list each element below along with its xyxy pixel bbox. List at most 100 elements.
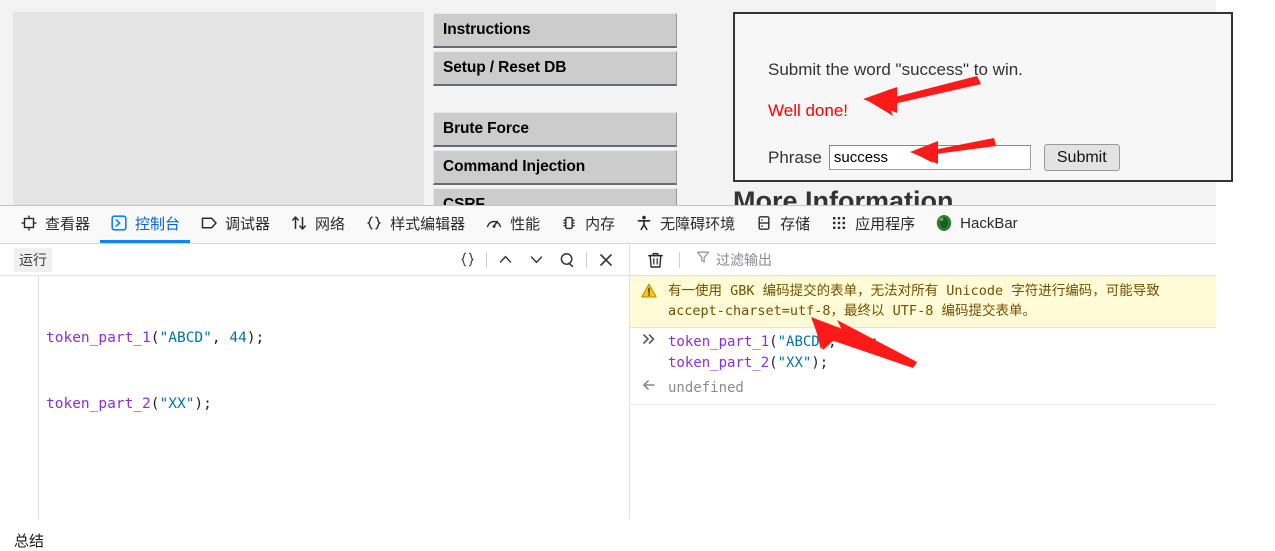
console-result-message[interactable]: undefined [630, 376, 1216, 405]
console-input-line-2: token_part_2("XX"); [668, 353, 879, 374]
console-token: "ABCD" [777, 334, 829, 350]
editor-token: ); [194, 396, 212, 412]
editor-token: ); [246, 330, 265, 346]
browser-page-area: Instructions Setup / Reset DB Brute Forc… [0, 0, 1275, 205]
storage-icon [755, 214, 773, 232]
console-result-value: undefined [668, 380, 744, 396]
clear-console-icon[interactable] [640, 247, 671, 273]
filter-icon [696, 250, 710, 269]
console-input-code: token_part_1("ABCD", 44); token_part_2("… [668, 332, 879, 374]
nav-csrf[interactable]: CSRF [433, 188, 677, 205]
performance-icon [485, 214, 503, 232]
tab-console[interactable]: 控制台 [100, 206, 191, 243]
output-toolbar-separator [679, 251, 680, 268]
devtools-tabbar: 查看器 控制台 调试器 网络 样式编辑器 性能 内存 无障碍环境 存储 应用程序… [0, 206, 1216, 244]
editor-token: ( [150, 396, 160, 412]
tab-accessibility[interactable]: 无障碍环境 [625, 206, 745, 243]
network-icon [290, 214, 308, 232]
toolbar-separator-1 [486, 251, 487, 268]
editor-toolbar: 运行 [0, 244, 630, 275]
site-logo-block [13, 12, 424, 205]
tab-debugger[interactable]: 调试器 [190, 206, 280, 243]
console-input-echo[interactable]: token_part_1("ABCD", 44); token_part_2("… [630, 328, 1216, 376]
devtools-body: token_part_1("ABCD", 44); token_part_2("… [0, 276, 1216, 519]
run-button[interactable]: 运行 [14, 247, 52, 272]
history-prev-icon[interactable] [490, 247, 521, 273]
tab-performance[interactable]: 性能 [475, 206, 550, 243]
console-token: "XX" [777, 355, 812, 371]
phrase-form: Phrase Submit [768, 144, 1120, 171]
editor-code[interactable]: token_part_1("ABCD", 44); token_part_2("… [46, 283, 625, 459]
console-token: token_part_1 [668, 334, 770, 350]
tab-hackbar[interactable]: HackBar [925, 206, 1028, 243]
tab-storage-label: 存储 [780, 215, 811, 233]
tab-debugger-label: 调试器 [225, 215, 271, 233]
challenge-instruction: Submit the word "success" to win. [768, 60, 1023, 79]
tab-style-editor[interactable]: 样式编辑器 [355, 206, 475, 243]
memory-icon [560, 214, 578, 232]
console-token: ( [769, 334, 778, 350]
console-output[interactable]: 有一使用 GBK 编码提交的表单，无法对所有 Unicode 字符进行编码，可能… [630, 276, 1216, 519]
nav-setup-reset-db[interactable]: Setup / Reset DB [433, 51, 677, 86]
pretty-print-icon[interactable] [452, 247, 483, 273]
page-background: Instructions Setup / Reset DB Brute Forc… [0, 0, 1233, 205]
tab-network[interactable]: 网络 [280, 206, 355, 243]
editor-token: "ABCD" [159, 330, 212, 346]
tab-accessibility-label: 无障碍环境 [660, 215, 736, 233]
editor-token: "XX" [159, 396, 195, 412]
nav-brute-force[interactable]: Brute Force [433, 112, 677, 147]
tab-memory[interactable]: 内存 [550, 206, 625, 243]
editor-token: 44 [229, 330, 247, 346]
tab-console-label: 控制台 [135, 215, 181, 233]
console-token: 44 [845, 334, 862, 350]
warning-line-2: accept-charset=utf-8，最终以 UTF-8 编码提交表单。 [668, 303, 1036, 319]
console-input-line-1: token_part_1("ABCD", 44); [668, 332, 879, 353]
search-icon[interactable] [552, 247, 583, 273]
tab-application-label: 应用程序 [855, 215, 916, 233]
tab-inspector[interactable]: 查看器 [10, 206, 100, 243]
tab-application[interactable]: 应用程序 [820, 206, 925, 243]
tab-network-label: 网络 [315, 215, 346, 233]
input-arrow-icon [630, 332, 668, 374]
submit-button[interactable]: Submit [1043, 144, 1120, 171]
editor-token: ( [150, 330, 160, 346]
tab-storage[interactable]: 存储 [745, 206, 820, 243]
nav-command-injection[interactable]: Command Injection [433, 150, 677, 185]
tab-hackbar-label: HackBar [960, 214, 1018, 232]
tab-memory-label: 内存 [585, 215, 616, 233]
application-icon [830, 214, 848, 232]
output-toolbar: 过滤输出 [630, 244, 1216, 275]
console-token: ); [811, 355, 829, 371]
debugger-icon [200, 214, 218, 232]
tab-style-editor-label: 样式编辑器 [390, 215, 466, 233]
hackbar-icon [935, 214, 953, 232]
devtools-panel: 查看器 控制台 调试器 网络 样式编辑器 性能 内存 无障碍环境 存储 应用程序… [0, 205, 1216, 519]
editor-token: token_part_2 [46, 396, 151, 412]
console-editor[interactable]: token_part_1("ABCD", 44); token_part_2("… [0, 276, 630, 519]
return-arrow-icon [630, 378, 668, 398]
console-warning-message[interactable]: 有一使用 GBK 编码提交的表单，无法对所有 Unicode 字符进行编码，可能… [630, 276, 1216, 328]
filter-output-input[interactable]: 过滤输出 [696, 250, 772, 270]
editor-gutter [0, 276, 39, 519]
editor-token: , [211, 330, 230, 346]
bottom-section-title: 总结 [14, 533, 45, 550]
editor-token: token_part_1 [46, 330, 151, 346]
nav-group-divider [433, 89, 677, 112]
history-next-icon[interactable] [521, 247, 552, 273]
accessibility-icon [635, 214, 653, 232]
editor-line-1: token_part_1("ABCD", 44); [46, 327, 625, 349]
inspector-icon [20, 214, 38, 232]
phrase-label: Phrase [768, 147, 822, 167]
challenge-panel: Submit the word "success" to win. Well d… [733, 12, 1233, 182]
devtools-toolbar: 运行 过滤输出 [0, 244, 1216, 276]
editor-line-2: token_part_2("XX"); [46, 393, 625, 415]
close-editor-icon[interactable] [590, 247, 621, 273]
warning-icon [630, 281, 668, 321]
phrase-input[interactable] [828, 145, 1031, 170]
filter-placeholder: 过滤输出 [716, 251, 772, 268]
style-editor-icon [365, 214, 383, 232]
nav-instructions[interactable]: Instructions [433, 13, 677, 48]
toolbar-separator-2 [586, 251, 587, 268]
dvwa-nav-menu: Instructions Setup / Reset DB Brute Forc… [433, 13, 677, 205]
warning-text: 有一使用 GBK 编码提交的表单，无法对所有 Unicode 字符进行编码，可能… [668, 281, 1160, 321]
